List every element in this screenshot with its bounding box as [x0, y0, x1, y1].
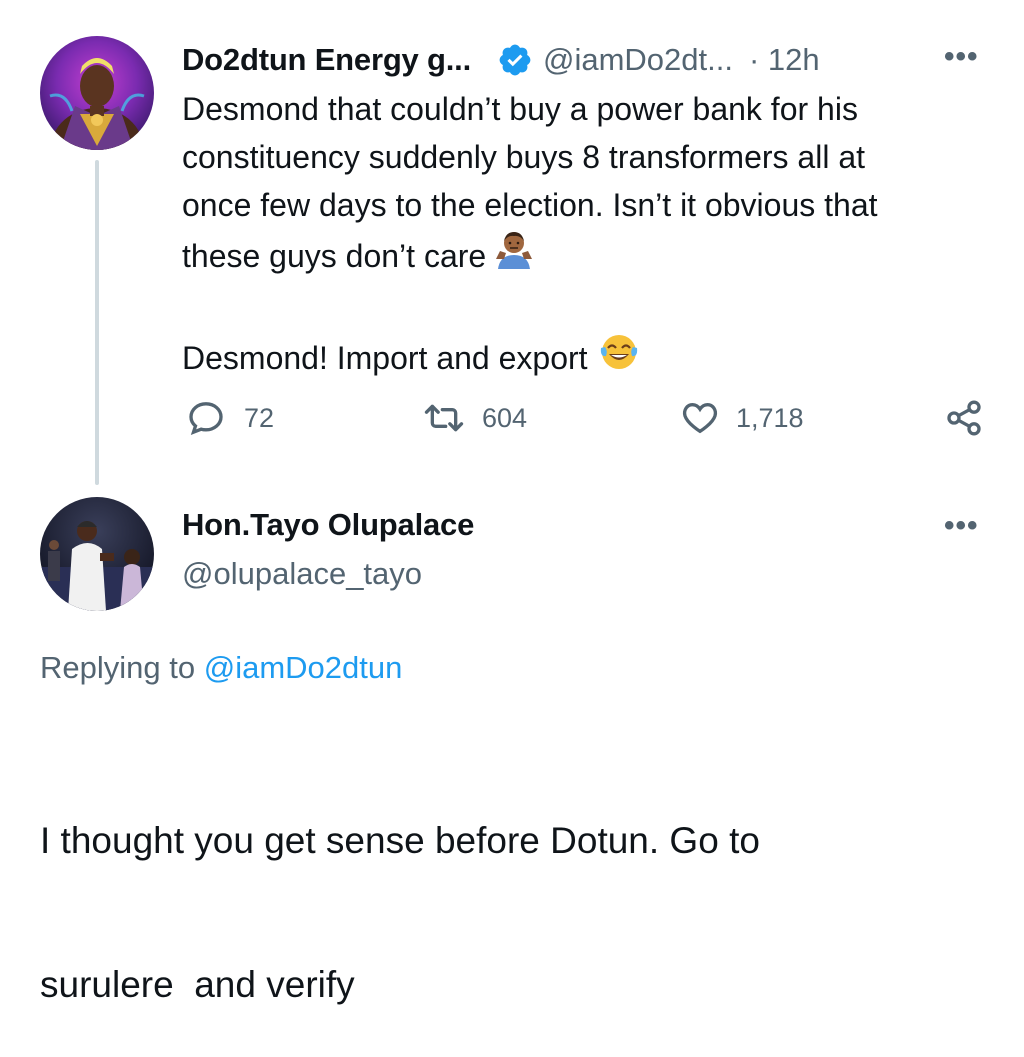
retweet-count: 604	[482, 402, 528, 433]
face-with-tears-of-joy-emoji	[598, 330, 640, 385]
tweet-text-line: constituency suddenly buys 8 transformer…	[182, 139, 865, 175]
reply-author-avatar[interactable]	[40, 497, 154, 611]
reply-text-line: surulere and verify	[40, 964, 355, 1005]
avatar-image	[40, 521, 154, 611]
tweet-text-line: once few days to the election. Isn’t it …	[182, 187, 878, 223]
author-avatar[interactable]	[40, 36, 154, 150]
like-button[interactable]: 1,718	[680, 398, 804, 438]
tweet-text-line: Desmond! Import and export	[182, 339, 588, 376]
retweet-icon	[422, 398, 466, 438]
tweet-header: Do2dtun Energy g... @iamDo2dt... · 12h	[182, 38, 820, 82]
tweet-text: Desmond that couldn’t buy a power bank f…	[182, 85, 1002, 385]
reply-count: 72	[244, 402, 275, 433]
reply-author-handle[interactable]: @olupalace_tayo	[182, 556, 422, 592]
avatar-image	[49, 58, 145, 150]
replying-to-handle-link[interactable]: @iamDo2dtun	[204, 650, 403, 685]
reply-icon	[186, 398, 226, 438]
thread-connector-line	[95, 160, 99, 485]
replying-to-label: Replying to	[40, 650, 196, 685]
reply-button[interactable]: 72	[186, 398, 274, 438]
more-options-icon[interactable]: •••	[944, 40, 979, 74]
retweet-button[interactable]: 604	[422, 398, 527, 438]
reply-text: I thought you get sense before Dotun. Go…	[40, 721, 760, 1057]
tweet-text-line: these guys don’t care	[182, 237, 487, 274]
share-button[interactable]	[944, 398, 984, 438]
more-options-icon[interactable]: •••	[944, 509, 979, 543]
person-shrugging-emoji	[494, 229, 534, 282]
reply-author-display-name[interactable]: Hon.Tayo Olupalace	[182, 507, 474, 543]
tweet-timestamp[interactable]: · 12h	[749, 42, 820, 78]
replying-to: Replying to @iamDo2dtun	[40, 650, 402, 686]
share-icon	[944, 398, 984, 438]
author-handle[interactable]: @iamDo2dt...	[543, 42, 733, 78]
author-display-name[interactable]: Do2dtun Energy g...	[182, 42, 471, 78]
heart-icon	[680, 398, 720, 438]
reply-text-line: I thought you get sense before Dotun. Go…	[40, 820, 760, 861]
tweet-text-line: Desmond that couldn’t buy a power bank f…	[182, 91, 858, 127]
like-count: 1,718	[736, 402, 804, 433]
verified-badge-icon	[497, 42, 533, 78]
